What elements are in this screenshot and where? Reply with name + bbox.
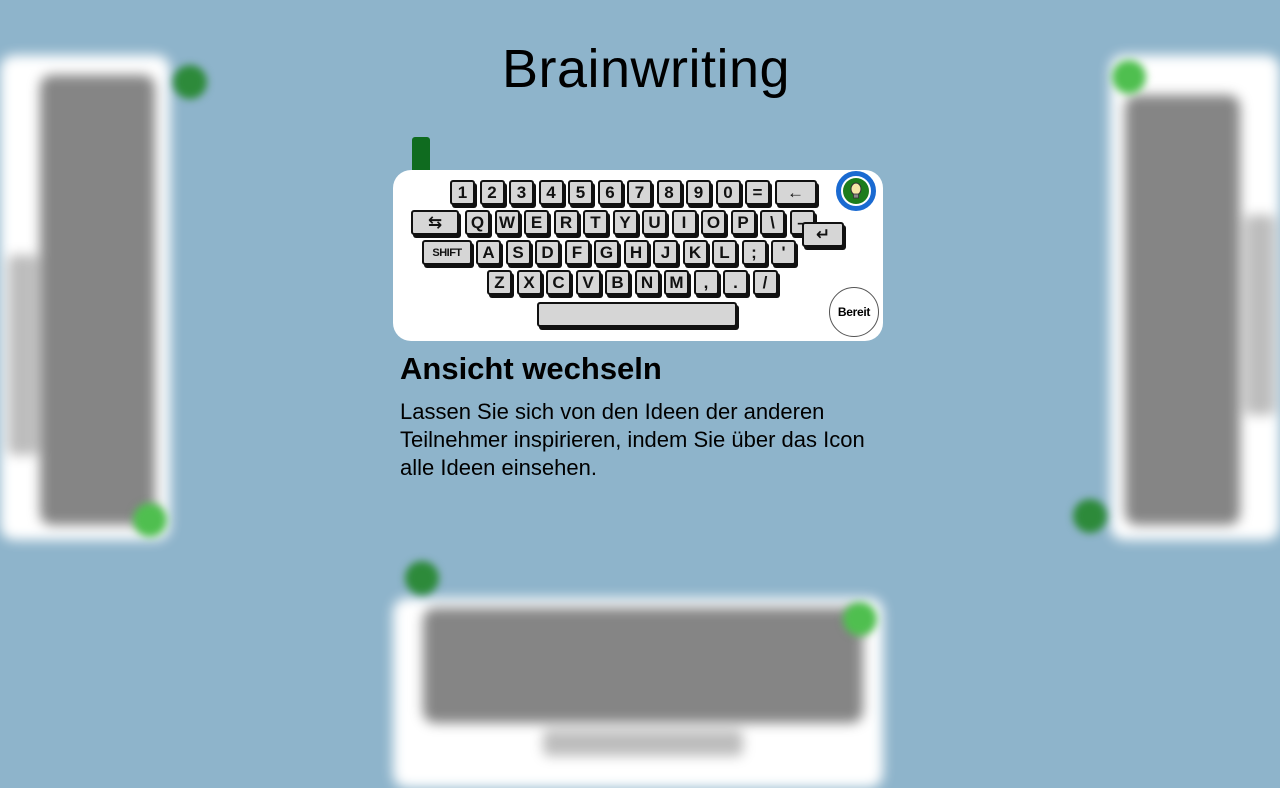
key-apostrophe[interactable]: ' <box>771 240 796 265</box>
key-I[interactable]: I <box>671 210 697 235</box>
key-backslash[interactable]: \ <box>760 210 785 235</box>
key-2[interactable]: 2 <box>479 180 505 205</box>
key-7[interactable]: 7 <box>627 180 652 205</box>
key-5[interactable]: 5 <box>568 180 593 205</box>
key-A[interactable]: A <box>476 240 501 265</box>
key-B[interactable]: B <box>605 270 630 295</box>
key-L[interactable]: L <box>712 240 737 265</box>
key-N[interactable]: N <box>634 270 660 295</box>
key-C[interactable]: C <box>546 270 571 295</box>
key-4[interactable]: 4 <box>538 180 564 205</box>
key-J[interactable]: J <box>653 240 678 265</box>
view-ideas-button[interactable] <box>836 171 876 211</box>
participant-keyboard-bottom <box>393 598 883 788</box>
key-M[interactable]: M <box>664 270 689 295</box>
key-backspace[interactable]: ← <box>774 180 817 205</box>
key-S[interactable]: S <box>505 240 531 265</box>
tip-heading: Ansicht wechseln <box>400 351 662 386</box>
page-title: Brainwriting <box>501 39 791 99</box>
key-X[interactable]: X <box>516 270 542 295</box>
lightbulb-icon <box>843 178 869 204</box>
key-8[interactable]: 8 <box>656 180 682 205</box>
key-F[interactable]: F <box>564 240 590 265</box>
key-D[interactable]: D <box>535 240 560 265</box>
key-tab[interactable]: ⇆ <box>411 210 459 235</box>
tip-description: Lassen Sie sich von den Ideen der andere… <box>400 399 865 480</box>
key-3[interactable]: 3 <box>509 180 534 205</box>
key-T[interactable]: T <box>583 210 608 235</box>
key-6[interactable]: 6 <box>597 180 623 205</box>
key-Z[interactable]: Z <box>487 270 512 295</box>
key-P[interactable]: P <box>730 210 756 235</box>
key-space[interactable] <box>537 302 737 327</box>
participant-keyboard-left <box>0 55 170 540</box>
key-slash[interactable]: / <box>752 270 778 295</box>
key-H[interactable]: H <box>623 240 649 265</box>
key-K[interactable]: K <box>682 240 708 265</box>
key-=[interactable]: = <box>745 180 770 205</box>
participant-indicator-bottom-right <box>843 602 877 636</box>
key-R[interactable]: R <box>553 210 579 235</box>
key-E[interactable]: E <box>524 210 549 235</box>
key-semicolon[interactable]: ; <box>741 240 767 265</box>
key-shift[interactable]: SHIFT <box>422 240 472 265</box>
key-Y[interactable]: Y <box>612 210 638 235</box>
key-G[interactable]: G <box>594 240 619 265</box>
participant-indicator-left-bottom <box>133 503 167 537</box>
key-period[interactable]: . <box>723 270 748 295</box>
ready-button[interactable]: Bereit <box>829 287 879 337</box>
participant-keyboard-right <box>1110 55 1280 540</box>
key-0[interactable]: 0 <box>715 180 741 205</box>
key-enter[interactable]: ↵ <box>802 222 844 247</box>
own-indicator-tab <box>412 137 430 171</box>
key-V[interactable]: V <box>575 270 601 295</box>
participant-indicator-right-bottom <box>1073 499 1107 533</box>
key-9[interactable]: 9 <box>686 180 711 205</box>
key-1[interactable]: 1 <box>450 180 475 205</box>
participant-indicator-bottom-left <box>405 561 439 595</box>
key-U[interactable]: U <box>642 210 667 235</box>
key-W[interactable]: W <box>494 210 520 235</box>
key-O[interactable]: O <box>701 210 726 235</box>
key-Q[interactable]: Q <box>465 210 490 235</box>
key-comma[interactable]: , <box>693 270 719 295</box>
